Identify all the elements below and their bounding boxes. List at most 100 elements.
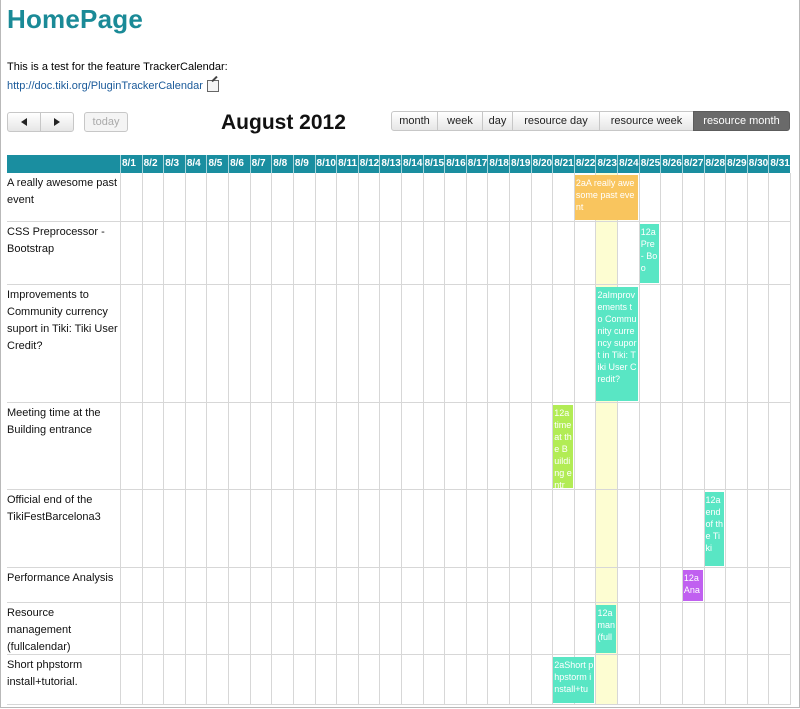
page-title: HomePage xyxy=(7,4,143,34)
calendar-event[interactable]: 12a Pre - Boo xyxy=(639,224,660,283)
day-header: 8/30 xyxy=(746,155,770,173)
resource-row-label: Improvements to Community currency supor… xyxy=(7,289,118,352)
resource-row-label: Short phpstorm install+tutorial. xyxy=(7,659,83,688)
grid-column-line xyxy=(746,173,748,705)
grid-column-line xyxy=(271,173,273,705)
external-link-icon[interactable] xyxy=(206,80,219,92)
grid-column-line xyxy=(314,173,316,705)
grid-row-line xyxy=(7,602,790,603)
grid-row-line xyxy=(7,704,790,705)
grid-row-line xyxy=(7,489,790,490)
grid-column-line xyxy=(357,173,359,705)
calendar-event[interactable]: 12a man (full xyxy=(596,605,617,653)
grid-column-line xyxy=(660,173,662,705)
calendar-event[interactable]: 2aA really awesome past event xyxy=(574,175,638,220)
day-header: 8/7 xyxy=(249,155,273,173)
day-header: 8/22 xyxy=(573,155,597,173)
grid-column-line xyxy=(206,173,208,705)
day-header: 8/29 xyxy=(725,155,748,173)
grid-column-line xyxy=(336,173,338,705)
view-month-button[interactable]: month xyxy=(391,111,438,131)
arrow-left-icon xyxy=(21,118,27,126)
calendar-event[interactable]: 12a time at the Building entr xyxy=(553,405,573,488)
day-header: 8/2 xyxy=(141,155,165,173)
grid-column-line xyxy=(400,173,402,705)
day-header: 8/14 xyxy=(400,155,424,173)
resource-row-label: Resource management (fullcalendar) xyxy=(7,607,72,653)
view-resource-week-button[interactable]: resource week xyxy=(599,111,694,131)
resource-row-label: A really awesome past event xyxy=(7,177,118,206)
day-header: 8/13 xyxy=(379,155,402,173)
calendar-event[interactable]: 12a Ana xyxy=(682,570,703,601)
day-header: 8/16 xyxy=(444,155,467,173)
resource-row-label: Performance Analysis xyxy=(7,572,114,584)
arrow-right-icon xyxy=(54,118,60,126)
today-button[interactable]: today xyxy=(84,112,128,132)
view-resource-month-button[interactable]: resource month xyxy=(693,111,790,131)
grid-column-line xyxy=(465,173,467,705)
day-header: 8/26 xyxy=(660,155,683,173)
grid-column-line xyxy=(530,173,532,705)
grid-column-line xyxy=(790,173,791,705)
calendar-event[interactable]: 12a end of the Tiki xyxy=(704,492,725,566)
day-header: 8/25 xyxy=(638,155,662,173)
day-header: 8/18 xyxy=(487,155,510,173)
grid-column-line xyxy=(292,173,294,705)
grid-row-line xyxy=(7,221,790,222)
day-header: 8/15 xyxy=(422,155,446,173)
resource-row-label: Meeting time at the Building entrance xyxy=(7,407,101,436)
calendar-event[interactable]: 2aImprovements to Community currency sup… xyxy=(596,287,638,401)
doc-link-text[interactable]: http://doc.tiki.org/PluginTrackerCalenda… xyxy=(7,80,203,92)
day-header: 8/12 xyxy=(357,155,381,173)
grid-column-line xyxy=(617,173,619,705)
grid-column-line xyxy=(184,173,186,705)
calendar-event[interactable]: 2aShort phpstorm install+tu xyxy=(553,657,595,703)
grid-column-line xyxy=(141,173,143,705)
grid-row-line xyxy=(7,654,790,655)
day-header: 8/8 xyxy=(271,155,294,173)
page-description: This is a test for the feature TrackerCa… xyxy=(7,61,228,73)
view-resource-day-button[interactable]: resource day xyxy=(512,111,600,131)
grid-column-line xyxy=(444,173,446,705)
day-header: 8/4 xyxy=(184,155,208,173)
grid-column-line xyxy=(573,173,575,705)
grid-row-line xyxy=(7,567,790,568)
grid-column-line xyxy=(228,173,230,705)
grid-row-line xyxy=(7,284,790,285)
day-header: 8/31 xyxy=(768,155,791,173)
view-day-button[interactable]: day xyxy=(482,111,513,131)
calendar-title: August 2012 xyxy=(221,111,346,134)
prev-month-button[interactable] xyxy=(7,112,41,132)
day-header: 8/11 xyxy=(336,155,359,173)
day-header: 8/5 xyxy=(206,155,229,173)
grid-column-line xyxy=(703,173,705,705)
day-header: 8/9 xyxy=(292,155,316,173)
grid-column-line xyxy=(725,173,727,705)
day-header: 8/3 xyxy=(163,155,186,173)
resource-row-label: Official end of the TikiFestBarcelona3 xyxy=(7,494,101,523)
day-header: 8/27 xyxy=(681,155,705,173)
day-header: 8/20 xyxy=(530,155,554,173)
day-header: 8/28 xyxy=(703,155,727,173)
grid-column-line xyxy=(509,173,511,705)
day-header: 8/10 xyxy=(314,155,338,173)
day-header: 8/24 xyxy=(617,155,640,173)
grid-column-line xyxy=(163,173,165,705)
grid-column-line xyxy=(422,173,424,705)
resource-row-label: CSS Preprocessor - Bootstrap xyxy=(7,226,105,255)
day-header: 8/21 xyxy=(552,155,575,173)
day-header: 8/19 xyxy=(509,155,532,173)
grid-column-line xyxy=(681,173,683,705)
view-week-button[interactable]: week xyxy=(437,111,483,131)
grid-column-line xyxy=(249,173,251,705)
grid-column-line xyxy=(120,173,121,705)
grid-column-line xyxy=(379,173,381,705)
grid-column-line xyxy=(487,173,489,705)
day-header: 8/17 xyxy=(465,155,489,173)
grid-row-line xyxy=(7,402,790,403)
day-header: 8/23 xyxy=(595,155,618,173)
day-header: 8/1 xyxy=(120,155,143,173)
next-month-button[interactable] xyxy=(40,112,74,132)
grid-column-line xyxy=(768,173,770,705)
doc-link[interactable]: http://doc.tiki.org/PluginTrackerCalenda… xyxy=(7,80,219,92)
